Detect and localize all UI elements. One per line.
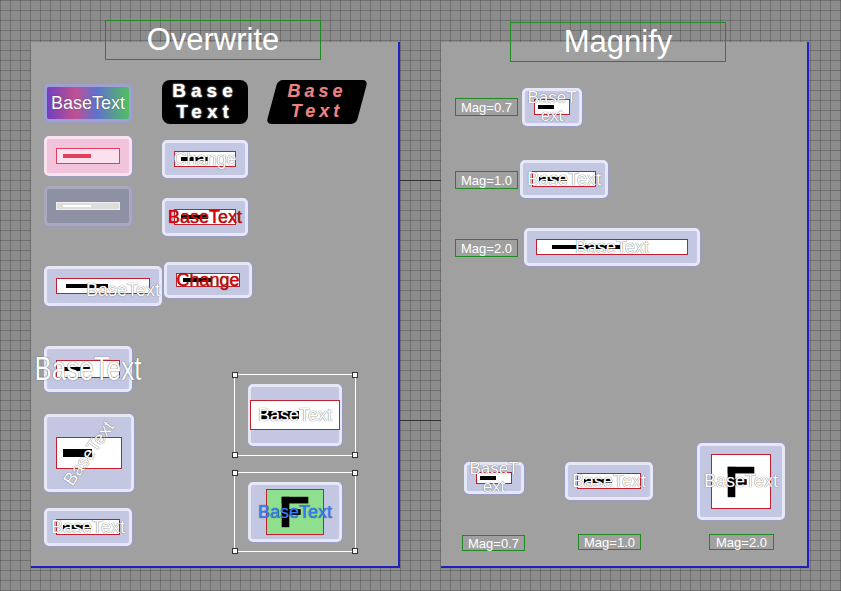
magnification-label: Mag=2.0 — [455, 239, 518, 257]
magnification-label: Mag=1.0 — [578, 534, 641, 550]
button[interactable]: BaseText — [565, 462, 653, 500]
resize-handle[interactable] — [352, 470, 358, 476]
button[interactable]: BaseText — [238, 378, 352, 452]
button-text: BaseText — [526, 89, 578, 125]
button-label: BaseText — [44, 414, 134, 492]
button[interactable]: BaseText — [44, 414, 134, 492]
resize-handle[interactable] — [232, 372, 238, 378]
button-inner — [56, 148, 120, 164]
button[interactable]: BaseText — [238, 476, 352, 548]
resize-handle[interactable] — [232, 548, 238, 554]
button[interactable]: BaseText — [522, 88, 582, 126]
button-text: BaseText — [60, 417, 118, 488]
panel-title: Overwrite — [105, 20, 321, 60]
button-label: BaseText — [44, 266, 162, 306]
button-text: BaseText — [468, 460, 520, 496]
button-bar — [63, 154, 91, 158]
magnification-label: Mag=1.0 — [455, 171, 518, 189]
magnification-label: Mag=0.7 — [455, 98, 518, 116]
button-text: BaseText — [168, 208, 242, 227]
button[interactable]: BaseText — [44, 84, 132, 122]
button-label: BaseText — [238, 476, 352, 548]
button[interactable]: BaseText — [520, 160, 608, 198]
button-bar — [63, 205, 91, 207]
resize-handle[interactable] — [352, 452, 358, 458]
button-label: BaseText — [44, 508, 132, 546]
button-text: BaseText — [35, 351, 142, 386]
button[interactable]: BaseText — [697, 443, 785, 520]
divider-line — [398, 420, 441, 421]
button[interactable]: Base Text — [272, 80, 362, 124]
button[interactable]: BaseText — [44, 508, 132, 546]
button[interactable]: BaseText — [162, 198, 248, 236]
divider-line — [398, 180, 441, 181]
button-label: BaseText — [697, 443, 785, 520]
button-label: Base Text — [162, 80, 248, 124]
button[interactable] — [44, 186, 132, 226]
button-text: BaseText — [51, 518, 125, 537]
button-text: Change — [173, 150, 236, 169]
button-text: Base Text — [166, 81, 244, 123]
button-label: Change — [162, 140, 248, 178]
panel-title: Magnify — [510, 22, 726, 62]
button[interactable] — [44, 136, 132, 176]
button[interactable]: Base Text — [162, 80, 248, 124]
button-label: BaseText — [520, 160, 608, 198]
button-text: BaseText — [572, 472, 646, 491]
button-label: BaseText — [524, 228, 700, 266]
button-label: Change — [164, 262, 252, 298]
button-text: BaseText — [527, 170, 601, 189]
button[interactable]: BaseText — [44, 266, 162, 306]
button-text: BaseText — [704, 472, 778, 491]
resize-handle[interactable] — [352, 548, 358, 554]
magnification-label: Mag=2.0 — [709, 534, 774, 550]
button-text: BaseText — [258, 406, 332, 425]
button[interactable]: Change — [164, 262, 252, 298]
button-label: Base Text — [272, 80, 362, 124]
button[interactable]: BaseText — [44, 346, 132, 392]
button-text: BaseText — [258, 503, 332, 522]
magnification-label: Mag=0.7 — [462, 535, 525, 551]
resize-handle[interactable] — [232, 470, 238, 476]
button-label: BaseText — [44, 346, 132, 392]
button-text: Change — [176, 271, 239, 290]
button-label: BaseText — [522, 88, 582, 126]
button[interactable]: BaseText — [524, 228, 700, 266]
button-text: Base Text — [277, 82, 357, 122]
button-label: BaseText — [44, 84, 132, 122]
resize-handle[interactable] — [232, 452, 238, 458]
button-text: BaseText — [51, 94, 125, 113]
button[interactable]: Change — [162, 140, 248, 178]
button-inner — [56, 202, 120, 210]
button-text: BaseText — [575, 238, 649, 257]
resize-handle[interactable] — [352, 372, 358, 378]
button-label: BaseText — [464, 462, 524, 494]
button-label: BaseText — [238, 378, 352, 452]
button-label: BaseText — [565, 462, 653, 500]
button[interactable]: BaseText — [464, 462, 524, 494]
button-label: BaseText — [162, 198, 248, 236]
button-text: BaseText — [86, 281, 160, 300]
